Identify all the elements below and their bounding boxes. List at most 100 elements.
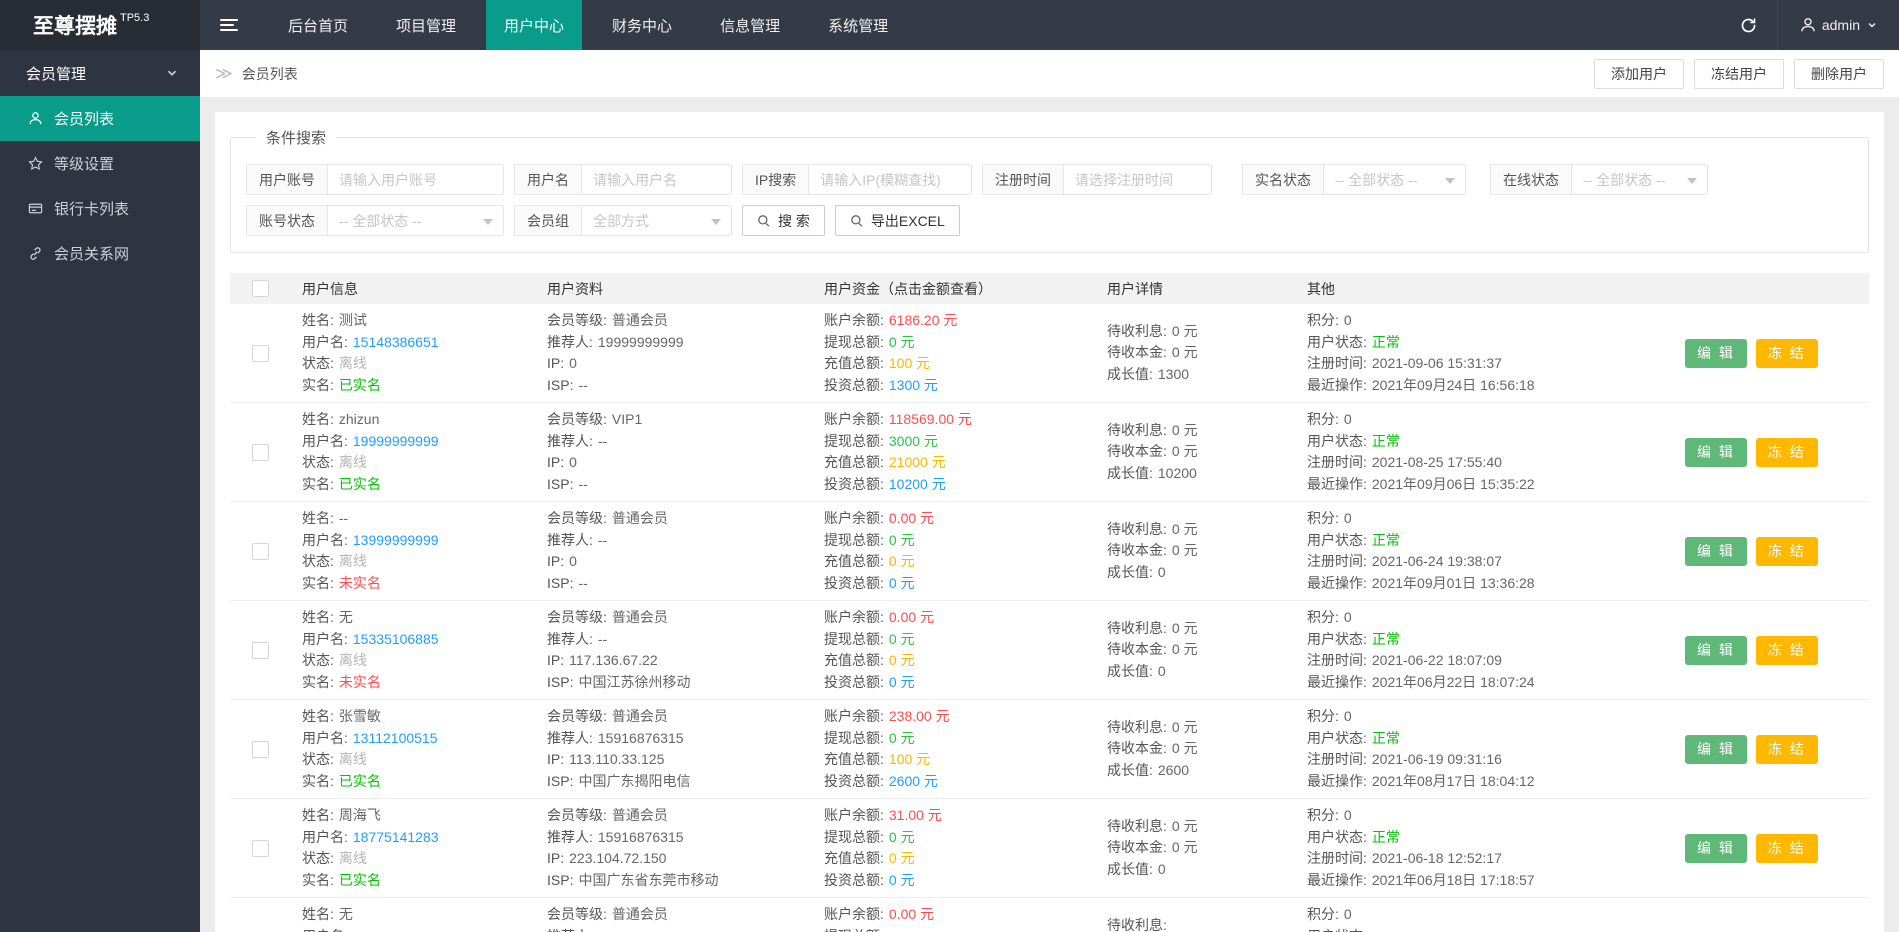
user-status-value: 正常 xyxy=(1371,828,1400,845)
invest-value[interactable]: 2600 元 xyxy=(889,773,938,789)
chevron-down-icon xyxy=(1867,20,1877,30)
edit-button[interactable]: 编 辑 xyxy=(1685,338,1747,368)
sidebar-item-level-settings[interactable]: 等级设置 xyxy=(0,141,200,186)
hamburger-menu-icon[interactable] xyxy=(200,0,258,50)
name-value: zhizun xyxy=(338,411,380,427)
balance-value[interactable]: 238.00 元 xyxy=(889,708,950,724)
sidebar-item-member-list[interactable]: 会员列表 xyxy=(0,96,200,141)
withdraw-value[interactable]: 0 元 xyxy=(889,829,915,845)
withdraw-label: 提现总额: xyxy=(824,828,884,845)
recharge-value[interactable]: 21000 元 xyxy=(889,454,946,470)
row-checkbox[interactable] xyxy=(251,542,269,560)
sidebar-item-bank-card-list[interactable]: 银行卡列表 xyxy=(0,186,200,231)
cell-user-funds: 账户余额: 31.00 元 提现总额: 0 元 充值总额: 0 元 投资总额: 0 元 xyxy=(812,805,1095,891)
username-link[interactable]: 18775141283 xyxy=(353,829,439,845)
row-checkbox[interactable] xyxy=(251,344,269,362)
recharge-value[interactable]: 0 元 xyxy=(889,652,915,668)
username-link[interactable]: 15148386651 xyxy=(353,334,439,350)
edit-button[interactable]: 编 辑 xyxy=(1685,833,1747,863)
freeze-button[interactable]: 冻 结 xyxy=(1755,833,1818,863)
reg-time-label: 注册时间: xyxy=(1307,850,1367,866)
withdraw-value[interactable]: 0 元 xyxy=(889,532,915,548)
balance-value[interactable]: 31.00 元 xyxy=(889,807,942,823)
freeze-button[interactable]: 冻 结 xyxy=(1755,635,1818,665)
delete-user-button[interactable]: 删除用户 xyxy=(1794,58,1884,89)
nav-item-home[interactable]: 后台首页 xyxy=(270,0,366,50)
name-value: 测试 xyxy=(338,312,367,328)
row-checkbox[interactable] xyxy=(251,641,269,659)
points-value: 0 xyxy=(1343,312,1352,328)
balance-value[interactable]: 6186.20 元 xyxy=(889,312,958,328)
invest-value[interactable]: 0 元 xyxy=(889,872,915,888)
edit-button[interactable]: 编 辑 xyxy=(1685,635,1747,665)
sidebar-group-member-management[interactable]: 会员管理 xyxy=(0,50,200,96)
export-excel-button[interactable]: 导出EXCEL xyxy=(834,205,960,236)
isp-value: 中国江苏徐州移动 xyxy=(578,673,691,690)
user-menu[interactable]: admin xyxy=(1778,0,1899,50)
recharge-value[interactable]: 100 元 xyxy=(889,751,930,767)
withdraw-value[interactable]: 0 元 xyxy=(889,730,915,746)
username-link[interactable]: 19999999999 xyxy=(353,433,439,449)
balance-value[interactable]: 0.00 元 xyxy=(889,906,934,922)
nav-item-user[interactable]: 用户中心 xyxy=(486,0,583,50)
invest-value[interactable]: 10200 元 xyxy=(889,476,946,492)
regtime-input[interactable] xyxy=(1075,171,1200,188)
nav-item-project[interactable]: 项目管理 xyxy=(378,0,474,50)
ip-input[interactable] xyxy=(820,171,960,188)
referrer-label: 推荐人: xyxy=(547,928,593,932)
freeze-button[interactable]: 冻 结 xyxy=(1755,734,1818,764)
select-all-checkbox[interactable] xyxy=(251,280,269,297)
nav-item-system[interactable]: 系统管理 xyxy=(810,0,906,50)
row-checkbox[interactable] xyxy=(251,443,269,461)
username-link[interactable]: 13112100515 xyxy=(353,730,438,746)
nav-item-info[interactable]: 信息管理 xyxy=(702,0,798,50)
interest-value: 0 元 xyxy=(1171,718,1198,735)
account-input[interactable] xyxy=(339,171,492,188)
table-row: 姓名:无 用户名: 状态: 实名: 会员等级:普通会员 推荐人: IP: ISP… xyxy=(230,898,1869,932)
user-status-label: 用户状态: xyxy=(1307,828,1367,845)
withdraw-value[interactable]: 0 元 xyxy=(889,334,915,350)
points-label: 积分: xyxy=(1307,906,1339,922)
balance-value[interactable]: 0.00 元 xyxy=(889,609,934,625)
add-user-button[interactable]: 添加用户 xyxy=(1594,58,1684,89)
freeze-button[interactable]: 冻 结 xyxy=(1755,338,1818,368)
sidebar-item-member-network[interactable]: 会员关系网 xyxy=(0,231,200,276)
isp-label: ISP: xyxy=(547,871,574,888)
username-link[interactable]: 13999999999 xyxy=(353,532,439,548)
edit-button[interactable]: 编 辑 xyxy=(1685,734,1747,764)
invest-value[interactable]: 0 元 xyxy=(889,674,915,690)
account-status-select[interactable]: -- 全部状态 -- xyxy=(328,206,503,235)
recharge-value[interactable]: 100 元 xyxy=(889,355,930,371)
nav-item-finance[interactable]: 财务中心 xyxy=(594,0,690,50)
freeze-user-button[interactable]: 冻结用户 xyxy=(1694,58,1784,89)
cell-user-funds: 账户余额: 0.00 元 提现总额: 0 元 充值总额: 0 元 投资总额: 0 元 xyxy=(812,508,1095,594)
recharge-value[interactable]: 0 元 xyxy=(889,850,915,866)
withdraw-value[interactable]: 3000 元 xyxy=(889,433,938,449)
growth-value: 10200 xyxy=(1157,464,1197,481)
username-link[interactable]: 15335106885 xyxy=(353,631,439,647)
realname-status-select[interactable]: -- 全部状态 -- xyxy=(1324,165,1465,194)
member-group-select[interactable]: 全部方式 xyxy=(582,206,731,235)
isp-value: -- xyxy=(578,376,588,393)
recharge-value[interactable]: 0 元 xyxy=(889,553,915,569)
row-checkbox[interactable] xyxy=(251,740,269,758)
search-button[interactable]: 搜 索 xyxy=(742,205,825,236)
realname-value: 已实名 xyxy=(338,772,381,789)
row-checkbox[interactable] xyxy=(251,839,269,857)
search-field-username: 用户名 xyxy=(514,164,732,195)
name-value: 周海飞 xyxy=(338,807,381,823)
invest-value[interactable]: 0 元 xyxy=(889,575,915,591)
ip-label: IP: xyxy=(547,553,565,569)
refresh-icon[interactable] xyxy=(1720,0,1778,50)
balance-value[interactable]: 0.00 元 xyxy=(889,510,934,526)
edit-button[interactable]: 编 辑 xyxy=(1685,437,1747,467)
invest-value[interactable]: 1300 元 xyxy=(889,377,938,393)
freeze-button[interactable]: 冻 结 xyxy=(1755,536,1818,566)
online-status-select[interactable]: -- 全部状态 -- xyxy=(1572,165,1707,194)
freeze-button[interactable]: 冻 结 xyxy=(1755,437,1818,467)
edit-button[interactable]: 编 辑 xyxy=(1685,536,1747,566)
interest-label: 待收利息: xyxy=(1107,718,1167,735)
balance-value[interactable]: 118569.00 元 xyxy=(889,411,972,427)
withdraw-value[interactable]: 0 元 xyxy=(889,631,915,647)
username-input[interactable] xyxy=(593,171,720,188)
